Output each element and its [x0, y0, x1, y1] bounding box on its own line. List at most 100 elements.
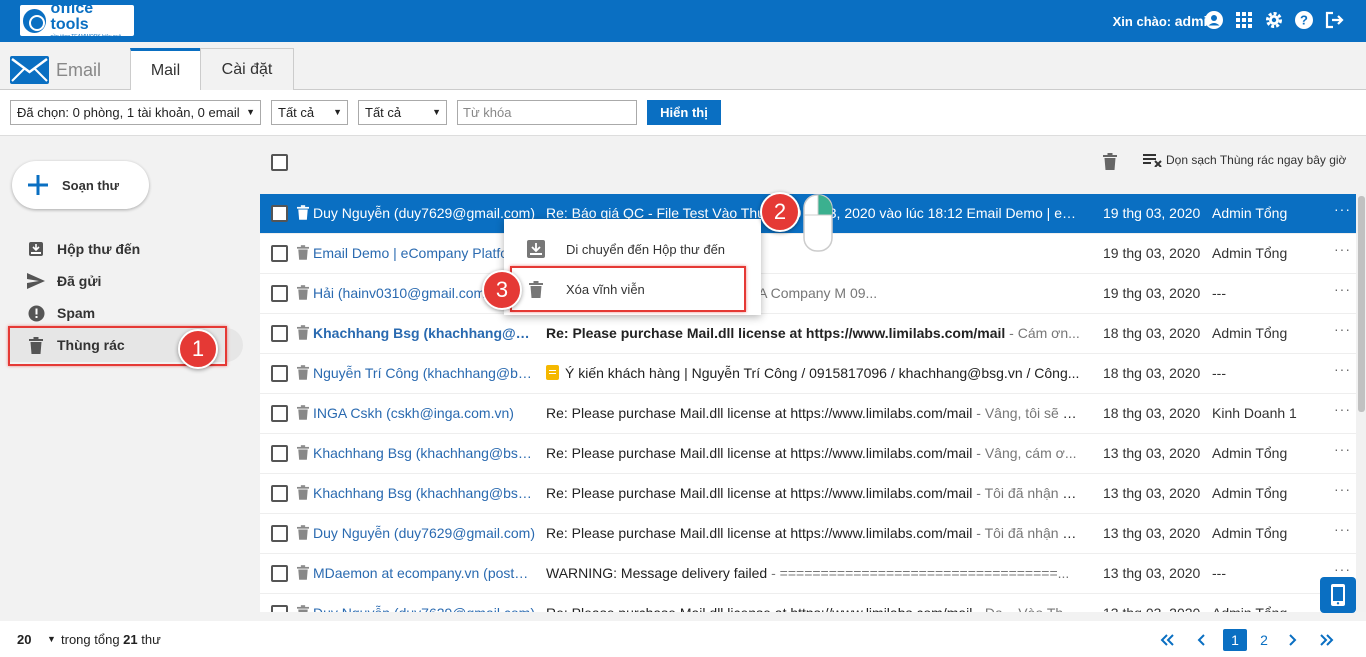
trash-icon: [297, 325, 309, 343]
email-row[interactable]: INGA Cskh (cskh@inga.com.vn) Re: Please p…: [260, 394, 1356, 434]
inbox-icon: [27, 240, 45, 258]
compose-button[interactable]: Soạn thư: [12, 161, 149, 209]
office-tools-logo[interactable]: office tools nền tảng TEAMWORK hiệu quả: [20, 1, 134, 40]
email-date: 13 thg 03, 2020: [1103, 565, 1201, 581]
select-all-checkbox[interactable]: [271, 154, 288, 171]
email-subject: Re: Please purchase Mail.dll license at …: [546, 605, 1081, 612]
email-row[interactable]: Nguyễn Trí Công (khachhang@bsg.vn) Ý kiến…: [260, 354, 1356, 394]
pagination: 1 2: [1150, 629, 1344, 651]
email-subject-text: Re: Please purchase Mail.dll license at …: [546, 605, 972, 612]
email-row-checkbox[interactable]: [271, 285, 288, 302]
empty-trash-label: Dọn sạch Thùng rác ngay bây giờ: [1166, 153, 1347, 167]
filter-select-1[interactable]: Tất cả: [271, 100, 348, 125]
email-row[interactable]: Duy Nguyễn (duy7629@gmail.com) Re: Please…: [260, 594, 1356, 612]
email-subject-text: Ý kiến khách hàng | Nguyễn Trí Công / 09…: [565, 365, 1080, 381]
trash-icon: [297, 485, 309, 503]
email-subject: Re: Please purchase Mail.dll license at …: [546, 485, 1081, 501]
show-button[interactable]: Hiển thị: [647, 100, 721, 125]
trash-icon[interactable]: [1103, 153, 1117, 173]
email-subject: Re: Please purchase Mail.dll license at …: [546, 525, 1081, 541]
last-page-icon[interactable]: [1310, 629, 1344, 651]
email-date: 13 thg 03, 2020: [1103, 525, 1201, 541]
first-page-icon[interactable]: [1150, 629, 1184, 651]
envelope-icon: [10, 56, 49, 84]
email-row-checkbox[interactable]: [271, 605, 288, 612]
footer: 20 ▼ trong tổng 21 thư 1 2: [0, 621, 1366, 657]
sidebar-item-inbox[interactable]: Hộp thư đến: [10, 232, 243, 266]
email-subject-text: Re: Please purchase Mail.dll license at …: [546, 485, 973, 501]
email-subject: Ý kiến khách hàng | Nguyễn Trí Công / 09…: [546, 365, 1081, 381]
keyword-input[interactable]: [457, 100, 637, 125]
email-row-checkbox[interactable]: [271, 405, 288, 422]
email-row-checkbox[interactable]: [271, 245, 288, 262]
more-options-icon[interactable]: ···: [1334, 321, 1351, 337]
svg-text:?: ?: [1300, 13, 1308, 28]
email-row-checkbox[interactable]: [271, 525, 288, 542]
email-date: 18 thg 03, 2020: [1103, 325, 1201, 341]
scope-select[interactable]: Đã chọn: 0 phòng, 1 tài khoản, 0 email: [10, 100, 261, 125]
more-options-icon[interactable]: ···: [1334, 241, 1351, 257]
email-row[interactable]: Duy Nguyễn (duy7629@gmail.com) Re: Please…: [260, 514, 1356, 554]
email-row[interactable]: Hải (hainv0310@gmail.com)...yen Van Hai …: [260, 274, 1356, 314]
more-options-icon[interactable]: ···: [1334, 201, 1351, 217]
gear-icon[interactable]: [1264, 10, 1284, 30]
account-circle-icon[interactable]: [1204, 10, 1224, 30]
email-owner: Admin Tổng: [1212, 605, 1287, 612]
total-count: trong tổng 21 thư: [61, 632, 161, 647]
email-app-brand: Email: [10, 56, 101, 84]
empty-trash-button[interactable]: Dọn sạch Thùng rác ngay bây giờ: [1143, 153, 1346, 167]
email-app-label: Email: [56, 59, 102, 80]
help-icon[interactable]: ?: [1294, 10, 1314, 30]
email-sender: Nguyễn Trí Công (khachhang@bsg.vn): [313, 365, 538, 381]
list-scrollbar-thumb[interactable]: [1358, 196, 1365, 412]
email-date: 13 thg 03, 2020: [1103, 485, 1201, 501]
email-snippet: - Tôi đã nhận đ...: [972, 525, 1081, 541]
page-2-button[interactable]: 2: [1252, 629, 1276, 651]
trash-icon: [297, 245, 309, 263]
prev-page-icon[interactable]: [1184, 629, 1218, 651]
chevron-down-icon[interactable]: ▼: [47, 634, 56, 644]
step-badge-2: 2: [760, 192, 800, 232]
email-row-checkbox[interactable]: [271, 365, 288, 382]
next-page-icon[interactable]: [1276, 629, 1310, 651]
email-subject-text: Re: Please purchase Mail.dll license at …: [546, 525, 973, 541]
greeting-label: Xin chào:: [1112, 14, 1172, 29]
email-row-checkbox[interactable]: [271, 445, 288, 462]
email-owner: Admin Tổng: [1212, 245, 1288, 261]
email-row-checkbox[interactable]: [271, 485, 288, 502]
trash-icon: [297, 365, 309, 383]
trash-icon: [297, 285, 309, 303]
more-options-icon[interactable]: ···: [1334, 401, 1351, 417]
more-options-icon[interactable]: ···: [1334, 361, 1351, 377]
email-rows: Duy Nguyễn (duy7629@gmail.com) Re: Báo gi…: [260, 194, 1356, 612]
clear-all-icon: [1143, 154, 1162, 167]
page-1-button[interactable]: 1: [1223, 629, 1247, 651]
email-row-checkbox[interactable]: [271, 325, 288, 342]
sidebar-item-sent[interactable]: Đã gửi: [10, 264, 243, 298]
logo-name: office tools: [50, 0, 94, 33]
more-options-icon[interactable]: ···: [1334, 561, 1351, 577]
ctx-move-to-inbox[interactable]: Di chuyển đến Hộp thư đến: [504, 229, 761, 269]
filter-select-2[interactable]: Tất cả: [358, 100, 447, 125]
email-date: 19 thg 03, 2020: [1103, 245, 1201, 261]
logout-icon[interactable]: [1324, 10, 1344, 30]
email-owner: Admin Tổng: [1212, 525, 1288, 541]
email-row-checkbox[interactable]: [271, 205, 288, 222]
tab-mail[interactable]: Mail: [130, 48, 201, 91]
email-row[interactable]: MDaemon at ecompany.vn (postmaster) WARNI…: [260, 554, 1356, 594]
page-size-value[interactable]: 20: [17, 632, 31, 647]
more-options-icon[interactable]: ···: [1334, 521, 1351, 537]
more-options-icon[interactable]: ···: [1334, 281, 1351, 297]
sidebar-item-spam[interactable]: Spam: [10, 296, 243, 330]
email-row[interactable]: Khachhang Bsg (khachhang@bsg.vn) Re: Plea…: [260, 434, 1356, 474]
more-options-icon[interactable]: ···: [1334, 481, 1351, 497]
more-options-icon[interactable]: ···: [1334, 441, 1351, 457]
email-row-checkbox[interactable]: [271, 565, 288, 582]
apps-grid-icon[interactable]: [1234, 10, 1254, 30]
tab-settings[interactable]: Cài đặt: [200, 48, 294, 91]
email-row[interactable]: Khachhang Bsg (khachhang@bsg.vn) Re: Plea…: [260, 314, 1356, 354]
mobile-app-button[interactable]: [1320, 577, 1356, 613]
email-row[interactable]: Khachhang Bsg (khachhang@bsg.vn) Re: Plea…: [260, 474, 1356, 514]
trash-icon: [297, 405, 309, 423]
email-snippet: - Tôi đã nhận đ...: [972, 485, 1081, 501]
